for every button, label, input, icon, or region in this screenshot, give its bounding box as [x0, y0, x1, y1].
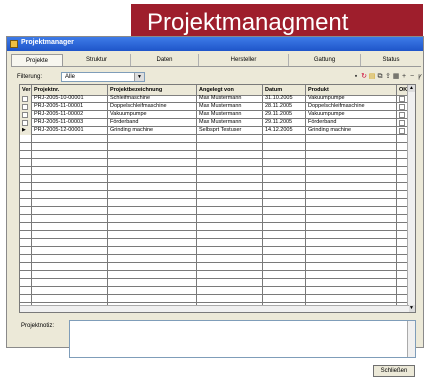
cell-datum: 29.11.2005	[263, 111, 306, 119]
chevron-down-icon[interactable]: ▼	[134, 73, 144, 81]
close-button[interactable]: Schließen	[373, 365, 415, 377]
project-grid[interactable]: Ver Projektnr. Projektbezeichnung Angele…	[19, 84, 416, 313]
cell-angelegt-von: Selbsprt Testuser	[197, 127, 263, 135]
add-icon[interactable]: +	[400, 72, 408, 81]
cell-angelegt-von: Max Mustermann	[197, 111, 263, 119]
grid-vertical-scrollbar[interactable]: ▲ ▼	[407, 85, 415, 312]
empty-row	[20, 135, 409, 143]
refresh-icon[interactable]: ↻	[360, 72, 368, 81]
column-header-projektbezeichnung[interactable]: Projektbezeichnung	[108, 85, 197, 95]
tab-status[interactable]: Status	[361, 54, 421, 66]
empty-row	[20, 207, 409, 215]
empty-row	[20, 199, 409, 207]
app-window: Projektmanager Projekte Struktur Daten H…	[6, 36, 424, 377]
column-divider	[107, 95, 108, 306]
cell-produkt: Doppelschleifmaschine	[306, 103, 397, 111]
column-divider	[31, 95, 32, 306]
filter-label: Filterung:	[17, 74, 43, 80]
printer-icon[interactable]: ▪	[352, 72, 360, 81]
cell-projektbezeichnung: Vakuumpumpe	[108, 111, 197, 119]
cell-produkt: Vakuumpumpe	[306, 111, 397, 119]
app-icon	[10, 40, 18, 48]
report-icon[interactable]: ▦	[392, 72, 400, 81]
banner-title: Projektmanagment	[147, 9, 349, 36]
empty-row	[20, 279, 409, 287]
cell-projektbezeichnung: Förderband	[108, 119, 197, 127]
cell-projektnr: PRJ-2005-11-00001	[32, 103, 108, 111]
scroll-up-icon[interactable]: ▲	[408, 85, 415, 92]
column-divider	[262, 95, 263, 306]
cell-angelegt-von: Max Mustermann	[197, 119, 263, 127]
notes-scrollbar[interactable]	[407, 321, 415, 357]
cell-datum: 28.11.2005	[263, 103, 306, 111]
empty-row	[20, 167, 409, 175]
column-header-ver[interactable]: Ver	[20, 85, 32, 95]
tab-hersteller[interactable]: Hersteller	[199, 54, 289, 66]
cell-datum: 31.10.2005	[263, 95, 306, 103]
cell-produkt: Grinding machine	[306, 127, 397, 135]
cell-produkt: Förderband	[306, 119, 397, 127]
empty-row	[20, 143, 409, 151]
tab-projekte[interactable]: Projekte	[11, 54, 63, 66]
empty-row	[20, 215, 409, 223]
notes-label: Projektnotiz:	[21, 323, 55, 329]
column-header-angelegt-von[interactable]: Angelegt von	[197, 85, 263, 95]
column-header-produkt[interactable]: Produkt	[306, 85, 397, 95]
column-header-projektnr[interactable]: Projektnr.	[32, 85, 108, 95]
cell-projektnr: PRJ-2005-11-00003	[32, 119, 108, 127]
cell-projektbezeichnung: Grinding machine	[108, 127, 197, 135]
table-row[interactable]: PRJ-2005-11-00001 Doppelschleifmaschine …	[20, 103, 409, 111]
empty-row	[20, 223, 409, 231]
cell-projektbezeichnung: Doppelschleifmaschine	[108, 103, 197, 111]
empty-row	[20, 239, 409, 247]
empty-row	[20, 271, 409, 279]
cell-datum: 29.11.2005	[263, 119, 306, 127]
filter-select[interactable]: Alle ▼	[61, 72, 145, 82]
empty-row	[20, 175, 409, 183]
empty-row	[20, 287, 409, 295]
empty-row	[20, 231, 409, 239]
empty-row	[20, 151, 409, 159]
table-row[interactable]: PRJ-2005-10-00001 Schleifmaschine Max Mu…	[20, 95, 409, 103]
empty-row	[20, 183, 409, 191]
window-title: Projektmanager	[21, 39, 74, 46]
cell-projektbezeichnung: Schleifmaschine	[108, 95, 197, 103]
empty-row	[20, 295, 409, 303]
cell-projektnr: PRJ-2005-11-00002	[32, 111, 108, 119]
filter-value: Alle	[65, 74, 76, 80]
empty-row	[20, 191, 409, 199]
table-row[interactable]: PRJ-2005-11-00002 Vakuumpumpe Max Muster…	[20, 111, 409, 119]
column-divider	[196, 95, 197, 306]
project-notes-field[interactable]	[69, 320, 416, 358]
cell-produkt: Vakuumpumpe	[306, 95, 397, 103]
cell-angelegt-von: Max Mustermann	[197, 95, 263, 103]
tab-struktur[interactable]: Struktur	[63, 54, 131, 66]
cell-projektnr: PRJ-2005-10-00001	[32, 95, 108, 103]
scroll-down-icon[interactable]: ▼	[408, 305, 415, 312]
open-icon[interactable]: ▤	[368, 72, 376, 81]
filter-icon[interactable]: ꝩ	[416, 72, 424, 81]
empty-row	[20, 255, 409, 263]
remove-icon[interactable]: −	[408, 72, 416, 81]
tab-daten[interactable]: Daten	[131, 54, 199, 66]
column-divider	[305, 95, 306, 306]
table-row[interactable]: ▶ PRJ-2005-12-00001 Grinding machine Sel…	[20, 127, 409, 135]
empty-row	[20, 159, 409, 167]
cell-datum: 14.12.2005	[263, 127, 306, 135]
column-header-datum[interactable]: Datum	[263, 85, 306, 95]
empty-row	[20, 263, 409, 271]
tab-gattung[interactable]: Gattung	[289, 54, 361, 66]
tab-bar: Projekte Struktur Daten Hersteller Gattu…	[11, 54, 421, 67]
table-row[interactable]: PRJ-2005-11-00003 Förderband Max Musterm…	[20, 119, 409, 127]
window-titlebar[interactable]: Projektmanager	[7, 37, 423, 51]
grid-horizontal-scrollbar[interactable]	[20, 305, 409, 312]
copy-icon[interactable]: ⧉	[376, 72, 384, 81]
cell-angelegt-von: Max Mustermann	[197, 103, 263, 111]
cell-projektnr: PRJ-2005-12-00001	[32, 127, 108, 135]
column-divider	[396, 95, 397, 306]
empty-row	[20, 247, 409, 255]
export-icon[interactable]: ⇪	[384, 72, 392, 81]
